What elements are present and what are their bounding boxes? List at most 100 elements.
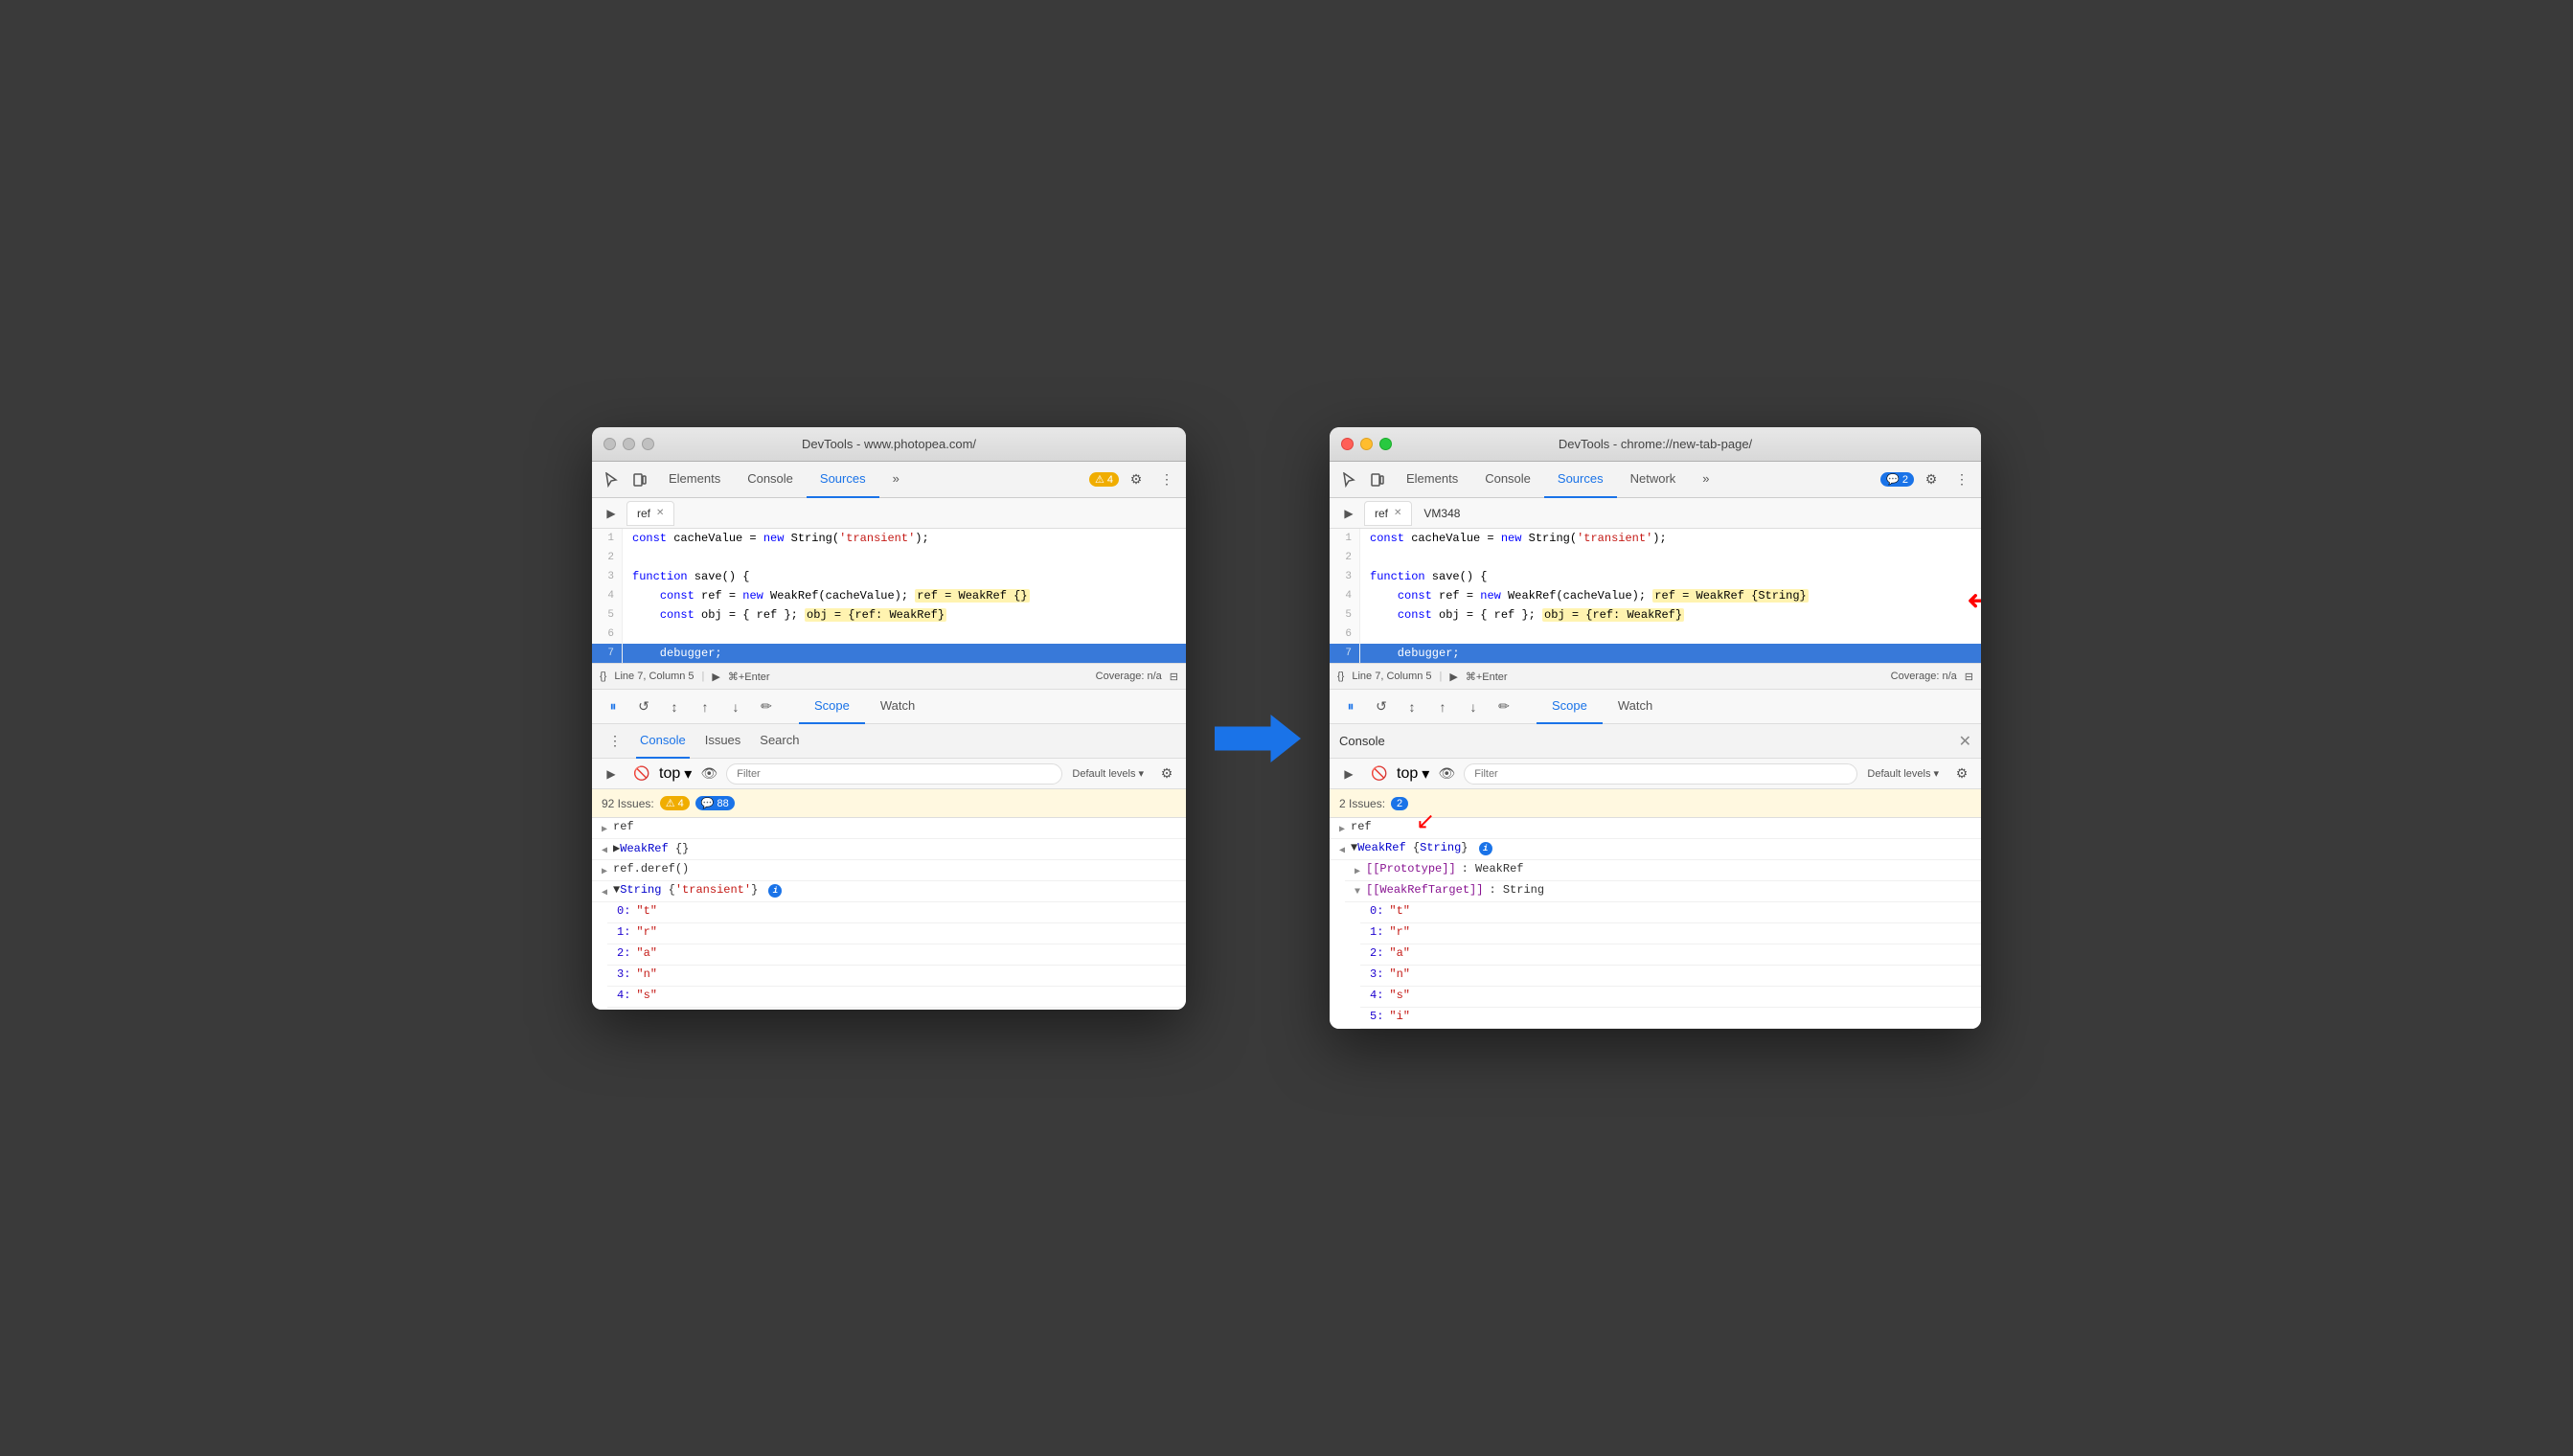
right-run-icon[interactable]: ▶ — [1335, 500, 1362, 527]
deactivate-btn[interactable]: ✏ — [753, 694, 780, 720]
cursor-icon[interactable] — [598, 466, 625, 493]
right-tab-network[interactable]: Network — [1617, 462, 1690, 498]
right-close-button[interactable] — [1341, 438, 1354, 450]
settings-icon[interactable]: ⚙ — [1123, 466, 1150, 493]
right-expand-proto[interactable]: ▶ — [1355, 866, 1360, 877]
right-chat-icon: 💬 — [1886, 473, 1900, 486]
left-clear-icon[interactable]: ▶ — [598, 761, 625, 787]
device-icon[interactable] — [626, 466, 653, 493]
step-out-btn[interactable]: ↑ — [692, 694, 718, 720]
close-button[interactable] — [603, 438, 616, 450]
expand-arrow-2[interactable]: ▶ — [602, 866, 607, 877]
right-maximize-button[interactable] — [1379, 438, 1392, 450]
right-window-title: DevTools - chrome://new-tab-page/ — [1559, 437, 1752, 451]
right-tab-elements[interactable]: Elements — [1393, 462, 1471, 498]
right-collapse-target[interactable]: ▼ — [1355, 887, 1360, 898]
right-filter-input[interactable] — [1464, 763, 1857, 785]
right-ban-icon[interactable]: 🚫 — [1366, 761, 1393, 787]
red-arrow-code: ➜ — [1967, 584, 1981, 616]
left-console-settings-icon[interactable]: ⚙ — [1153, 761, 1180, 787]
code-line-6: 6 — [592, 625, 1186, 644]
console-item-ref-group[interactable]: ▶ ref — [592, 818, 1186, 839]
bracket-icon: {} — [600, 671, 606, 682]
code-line-5: 5 const obj = { ref }; obj = {ref: WeakR… — [592, 605, 1186, 625]
right-minimize-button[interactable] — [1360, 438, 1373, 450]
right-close-tab-icon[interactable]: ✕ — [1394, 508, 1401, 518]
console-item-deref[interactable]: ▶ ref.deref() — [592, 860, 1186, 881]
right-tab-sources[interactable]: Sources — [1544, 462, 1617, 498]
collapse-arrow[interactable]: ◀ — [602, 845, 607, 856]
right-more-options-icon[interactable]: ⋮ — [1948, 466, 1975, 493]
left-run-icon[interactable]: ▶ — [598, 500, 625, 527]
right-issues-badge: 💬 2 — [1880, 472, 1914, 487]
right-eye-icon[interactable]: 👁 — [1433, 761, 1460, 787]
right-console-settings-icon[interactable]: ⚙ — [1948, 761, 1975, 787]
tab-console[interactable]: Console — [734, 462, 807, 498]
warning-icon: ⚠ — [1095, 473, 1104, 486]
code-line-4: 4 const ref = new WeakRef(cacheValue); r… — [592, 586, 1186, 605]
left-top-dropdown[interactable]: top ▾ — [659, 764, 692, 784]
right-top-dropdown[interactable]: top ▾ — [1397, 764, 1429, 784]
right-vm-tab[interactable]: VM348 — [1414, 501, 1469, 526]
left-toolbar-right: ⚠ 4 ⚙ ⋮ — [1089, 466, 1180, 493]
step-into-btn[interactable]: ↕ — [661, 694, 688, 720]
console-item-5: 5: "i" — [607, 1008, 1186, 1010]
right-scope-tab-watch[interactable]: Watch — [1603, 690, 1668, 724]
collapse-arrow-2[interactable]: ◀ — [602, 887, 607, 899]
right-device-icon[interactable] — [1364, 466, 1391, 493]
right-ref-tab[interactable]: ref ✕ — [1364, 501, 1412, 526]
right-close-console-btn[interactable]: ✕ — [1959, 732, 1971, 751]
right-step-out-btn[interactable]: ↑ — [1429, 694, 1456, 720]
close-tab-icon[interactable]: ✕ — [656, 508, 664, 518]
tab-more[interactable]: » — [879, 462, 913, 498]
right-collapse-arrow[interactable]: ◀ — [1339, 845, 1345, 856]
minimize-button[interactable] — [623, 438, 635, 450]
left-console-menu-icon[interactable]: ⋮ — [602, 728, 628, 755]
console-item-string[interactable]: ◀ ▼String {'transient'} i — [592, 881, 1186, 902]
right-console-item-weakref[interactable]: ◀ ▼WeakRef {String} i — [1330, 839, 1981, 860]
right-code-container: 1 const cacheValue = new String('transie… — [1330, 529, 1981, 663]
right-pause-btn[interactable]: ⏸ — [1337, 694, 1364, 720]
right-cursor-icon[interactable] — [1335, 466, 1362, 493]
right-console-target[interactable]: ▼ [[WeakRefTarget]] : String — [1345, 881, 1981, 902]
left-eye-icon[interactable]: 👁 — [695, 761, 722, 787]
left-search-tab[interactable]: Search — [756, 724, 803, 759]
expand-arrow[interactable]: ▶ — [602, 824, 607, 835]
scope-tab-watch[interactable]: Watch — [865, 690, 930, 724]
tab-sources[interactable]: Sources — [807, 462, 879, 498]
left-ref-tab[interactable]: ref ✕ — [626, 501, 674, 526]
pause-btn[interactable]: ⏸ — [600, 694, 626, 720]
right-expand-arrow[interactable]: ▶ — [1339, 824, 1345, 835]
right-step-into-btn[interactable]: ↕ — [1399, 694, 1425, 720]
left-ban-icon[interactable]: 🚫 — [628, 761, 655, 787]
console-item-3: 3: "n" — [607, 966, 1186, 987]
left-issues-tab[interactable]: Issues — [701, 724, 745, 759]
more-options-icon[interactable]: ⋮ — [1153, 466, 1180, 493]
right-default-levels[interactable]: Default levels ▾ — [1861, 767, 1945, 780]
left-filter-input[interactable] — [726, 763, 1062, 785]
tab-elements[interactable]: Elements — [655, 462, 734, 498]
right-deactivate-btn[interactable]: ✏ — [1491, 694, 1517, 720]
right-tab-console[interactable]: Console — [1471, 462, 1544, 498]
right-step-over-btn[interactable]: ↺ — [1368, 694, 1395, 720]
right-settings-icon[interactable]: ⚙ — [1918, 466, 1945, 493]
console-item-weakref[interactable]: ◀ ▶WeakRef {} — [592, 839, 1186, 860]
right-chevron-down-icon: ▾ — [1422, 764, 1429, 784]
left-warn-badge: ⚠ 4 — [660, 796, 690, 810]
right-step-btn[interactable]: ↓ — [1460, 694, 1487, 720]
right-tab-more[interactable]: » — [1689, 462, 1722, 498]
right-line-col: Line 7, Column 5 — [1352, 671, 1431, 682]
right-info-badge: 2 — [1391, 797, 1408, 810]
right-code-line-4: 4 const ref = new WeakRef(cacheValue); r… — [1330, 586, 1981, 605]
maximize-button[interactable] — [642, 438, 654, 450]
step-over-btn[interactable]: ↺ — [630, 694, 657, 720]
scope-tab-scope[interactable]: Scope — [799, 690, 865, 724]
left-default-levels[interactable]: Default levels ▾ — [1066, 767, 1150, 780]
left-console-tabs-row: Console Issues Search — [636, 724, 1176, 759]
left-file-tabs-row: ▶ ref ✕ — [592, 498, 1186, 529]
step-btn[interactable]: ↓ — [722, 694, 749, 720]
right-clear-icon[interactable]: ▶ — [1335, 761, 1362, 787]
left-console-tab[interactable]: Console — [636, 724, 690, 759]
right-scope-tab-scope[interactable]: Scope — [1537, 690, 1603, 724]
right-console-prototype[interactable]: ▶ [[Prototype]] : WeakRef — [1345, 860, 1981, 881]
